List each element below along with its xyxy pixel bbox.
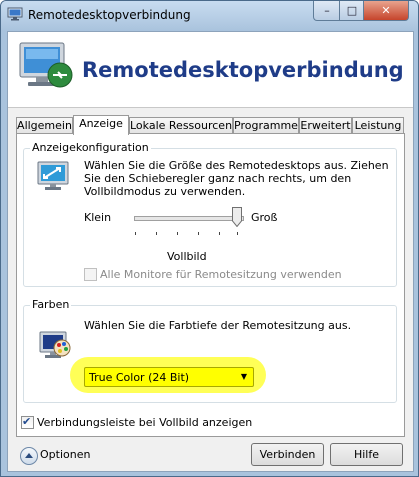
tab-label: Erweitert xyxy=(300,119,351,132)
slider-tick xyxy=(135,232,136,235)
tab-label: Lokale Ressourcen xyxy=(130,119,233,132)
display-config-description: Wählen Sie die Größe des Remotedesktops … xyxy=(84,159,389,198)
header-banner: Remotedesktopverbindung xyxy=(8,32,413,108)
connect-button[interactable]: Verbinden xyxy=(251,443,324,466)
slider-tick xyxy=(177,232,178,235)
slider-value-label: Vollbild xyxy=(167,250,207,263)
tab-label: Allgemein xyxy=(17,119,72,132)
remote-desktop-monitor-icon xyxy=(19,42,73,88)
tab-label: Anzeige xyxy=(79,117,123,130)
slider-max-label: Groß xyxy=(251,211,278,224)
chevron-down-icon: ▼ xyxy=(240,372,247,381)
help-button[interactable]: Hilfe xyxy=(330,443,403,466)
maximize-button[interactable]: □ xyxy=(339,1,365,21)
slider-track[interactable] xyxy=(134,216,244,221)
display-config-legend: Anzeigekonfiguration xyxy=(30,141,151,154)
color-depth-value: True Color (24 Bit) xyxy=(89,371,190,384)
collapse-arrow-icon[interactable] xyxy=(20,447,38,465)
colors-legend: Farben xyxy=(30,298,72,311)
connection-bar-checkbox[interactable] xyxy=(21,415,34,429)
options-label[interactable]: Optionen xyxy=(40,448,90,461)
slider-tick xyxy=(198,232,199,235)
tab-label: Leistung xyxy=(354,119,402,132)
tab-anzeige[interactable]: Anzeige xyxy=(73,115,129,135)
tab-erweitert[interactable]: Erweitert xyxy=(299,117,352,134)
minimize-icon: – xyxy=(324,4,330,17)
tab-label: Programme xyxy=(234,119,298,132)
slider-tick xyxy=(156,232,157,235)
monitor-resize-icon xyxy=(37,161,69,190)
tab-allgemein[interactable]: Allgemein xyxy=(16,117,73,134)
colors-description: Wählen Sie die Farbtiefe der Remotesitzu… xyxy=(84,319,352,332)
color-palette-monitor-icon xyxy=(39,331,71,358)
color-depth-dropdown[interactable]: True Color (24 Bit) ▼ xyxy=(84,367,254,387)
close-icon: ✕ xyxy=(381,4,391,17)
dialog-client-area: Remotedesktopverbindung Allgemein Anzeig… xyxy=(7,31,414,472)
tab-lokale-ressourcen[interactable]: Lokale Ressourcen xyxy=(129,117,233,134)
app-window: Remotedesktopverbindung – □ ✕ Remotedesk… xyxy=(0,0,419,477)
tab-programme[interactable]: Programme xyxy=(233,117,299,134)
banner-title: Remotedesktopverbindung xyxy=(82,58,404,82)
remote-desktop-app-icon xyxy=(7,7,23,21)
all-monitors-checkbox[interactable] xyxy=(84,268,97,281)
slider-tick xyxy=(219,232,220,235)
window-title: Remotedesktopverbindung xyxy=(28,8,191,22)
slider-tick xyxy=(237,232,238,235)
slider-min-label: Klein xyxy=(84,211,112,224)
all-monitors-label: Alle Monitore für Remotesitzung verwende… xyxy=(100,268,342,281)
slider-thumb[interactable] xyxy=(232,207,242,227)
close-button[interactable]: ✕ xyxy=(363,1,409,21)
connection-bar-label: Verbindungsleiste bei Vollbild anzeigen xyxy=(37,416,253,429)
maximize-icon: □ xyxy=(346,4,358,17)
title-bar[interactable]: Remotedesktopverbindung – □ ✕ xyxy=(1,1,418,31)
minimize-button[interactable]: – xyxy=(313,1,341,21)
tab-leistung[interactable]: Leistung xyxy=(352,117,404,134)
